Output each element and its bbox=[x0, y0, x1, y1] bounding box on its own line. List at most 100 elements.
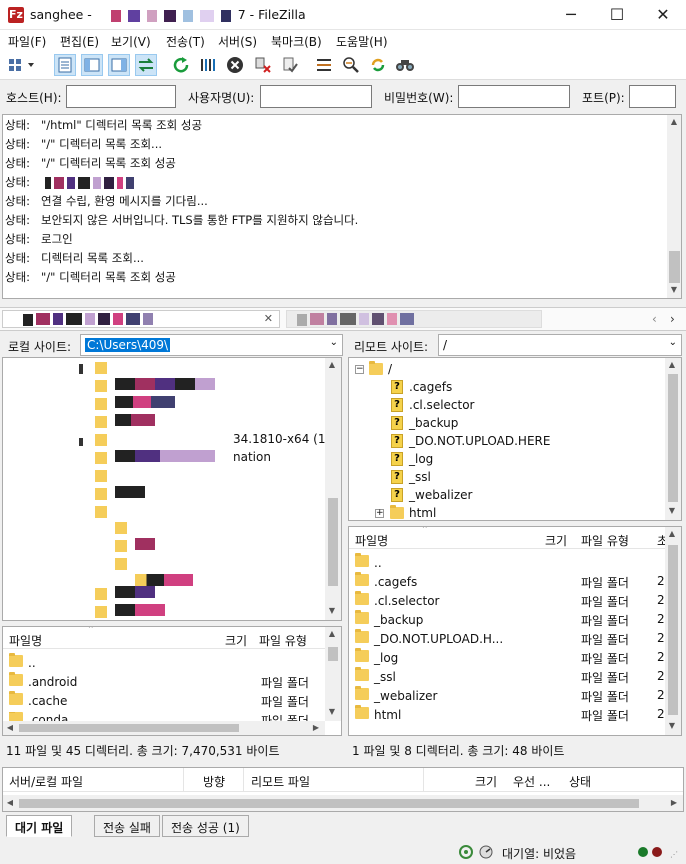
search-files-icon[interactable] bbox=[394, 54, 416, 76]
close-button[interactable]: ✕ bbox=[640, 0, 686, 30]
local-directory-tree[interactable]: 34.1810-x64 (1) nation ▲ ▼ bbox=[2, 357, 342, 621]
menu-server[interactable]: 서버(S) bbox=[218, 33, 257, 50]
toggle-remote-tree-icon[interactable] bbox=[108, 54, 130, 76]
list-item[interactable]: _DO.NOT.UPLOAD.H... bbox=[355, 629, 503, 646]
column-size[interactable]: 크기 bbox=[225, 632, 247, 649]
toggle-log-icon[interactable] bbox=[54, 54, 76, 76]
scroll-up-arrow-icon[interactable]: ▲ bbox=[665, 360, 679, 369]
remote-tree-item[interactable]: ? _log bbox=[391, 452, 433, 466]
tab-failed-transfers[interactable]: 전송 실패 bbox=[94, 815, 160, 837]
connection-tab[interactable]: ✕ bbox=[2, 310, 280, 328]
menu-help[interactable]: 도움말(H) bbox=[336, 33, 388, 50]
tab-scroll-left-icon[interactable]: ‹ bbox=[652, 312, 657, 326]
column-status[interactable]: 상태 bbox=[569, 773, 591, 790]
remote-list-scrollbar[interactable]: ▲ ▼ bbox=[665, 527, 681, 735]
scroll-down-arrow-icon[interactable]: ▼ bbox=[667, 285, 681, 294]
local-list-scroll-thumb[interactable] bbox=[328, 647, 338, 661]
remote-list-scroll-thumb[interactable] bbox=[668, 545, 678, 715]
port-input[interactable] bbox=[629, 85, 676, 108]
queue-hscrollbar[interactable]: ◀ ▶ bbox=[3, 795, 683, 811]
scroll-left-arrow-icon[interactable]: ◀ bbox=[3, 798, 17, 807]
column-remote-file[interactable]: 리모트 파일 bbox=[251, 773, 310, 790]
chevron-down-icon[interactable]: ⌄ bbox=[669, 337, 677, 348]
tab-scroll-right-icon[interactable]: › bbox=[670, 312, 675, 326]
refresh-icon[interactable] bbox=[170, 54, 192, 76]
local-list-scrollbar[interactable]: ▲ ▼ bbox=[325, 627, 341, 721]
remote-tree-item[interactable]: ? .cagefs bbox=[391, 380, 452, 394]
username-input[interactable] bbox=[260, 85, 372, 108]
scroll-up-arrow-icon[interactable]: ▲ bbox=[325, 629, 339, 638]
list-item[interactable]: .android bbox=[9, 672, 77, 689]
scroll-down-arrow-icon[interactable]: ▼ bbox=[325, 707, 339, 716]
disconnect-icon[interactable] bbox=[252, 54, 274, 76]
local-tree-scroll-thumb[interactable] bbox=[328, 498, 338, 586]
site-manager-icon[interactable] bbox=[6, 54, 38, 76]
column-size[interactable]: 크기 bbox=[475, 773, 497, 790]
menu-edit[interactable]: 편집(E) bbox=[60, 33, 99, 50]
maximize-button[interactable]: ☐ bbox=[594, 0, 640, 30]
remote-directory-tree[interactable]: − / ? .cagefs ? .cl.selector ? _backup ? _DO… bbox=[348, 357, 682, 521]
tab-queued-files[interactable]: 대기 파일 bbox=[6, 815, 73, 837]
scroll-right-arrow-icon[interactable]: ▶ bbox=[667, 798, 681, 807]
column-size[interactable]: 크기 bbox=[545, 532, 567, 549]
scroll-up-arrow-icon[interactable]: ▲ bbox=[325, 360, 339, 369]
reconnect-icon[interactable] bbox=[279, 54, 301, 76]
remote-file-list[interactable]: 파일명 ⌃ 크기 파일 유형 초 .. .cagefs 파일 폴더 2 .cl.… bbox=[348, 526, 682, 736]
process-queue-icon[interactable] bbox=[197, 54, 219, 76]
directory-listing-filters-icon[interactable] bbox=[313, 54, 335, 76]
remote-tree-item[interactable]: ? .cl.selector bbox=[391, 398, 475, 412]
collapse-icon[interactable]: − bbox=[355, 364, 364, 374]
network-config-icon[interactable] bbox=[458, 844, 474, 863]
toggle-queue-icon[interactable] bbox=[135, 54, 157, 76]
menu-file[interactable]: 파일(F) bbox=[8, 33, 46, 50]
list-item[interactable]: .. bbox=[355, 553, 382, 570]
remote-tree-item[interactable]: + html bbox=[375, 505, 436, 520]
scroll-down-arrow-icon[interactable]: ▼ bbox=[325, 606, 339, 615]
queue-hscroll-thumb[interactable] bbox=[19, 799, 639, 808]
list-item[interactable]: _webalizer bbox=[355, 686, 437, 703]
connection-tab-2[interactable] bbox=[286, 310, 542, 328]
column-direction[interactable]: 방향 bbox=[203, 773, 225, 790]
chevron-down-icon[interactable]: ⌄ bbox=[330, 337, 338, 348]
local-tree-label[interactable]: nation bbox=[233, 450, 271, 464]
local-tree-scrollbar[interactable]: ▲ ▼ bbox=[325, 358, 341, 620]
remote-tree-scrollbar[interactable]: ▲ ▼ bbox=[665, 358, 681, 520]
list-item[interactable]: .cache bbox=[9, 691, 67, 708]
remote-tree-item[interactable]: ? _webalizer bbox=[391, 488, 472, 502]
remote-tree-item[interactable]: ? _backup bbox=[391, 416, 458, 430]
menu-bookmarks[interactable]: 북마크(B) bbox=[271, 33, 322, 50]
list-item[interactable]: .cl.selector bbox=[355, 591, 440, 608]
remote-tree-item[interactable]: ? _ssl bbox=[391, 470, 431, 484]
password-input[interactable] bbox=[458, 85, 570, 108]
list-item[interactable]: _backup bbox=[355, 610, 423, 627]
toggle-local-tree-icon[interactable] bbox=[81, 54, 103, 76]
remote-tree-scroll-thumb[interactable] bbox=[668, 374, 678, 502]
local-file-list[interactable]: 파일명 ⌃ 크기 파일 유형 .. .android 파일 폴더 .cache … bbox=[2, 626, 342, 736]
local-list-hscrollbar[interactable]: ◀ ▶ bbox=[3, 721, 325, 735]
column-priority[interactable]: 우선 ... bbox=[513, 773, 550, 790]
resize-grip-icon[interactable]: ⋰ bbox=[670, 850, 678, 859]
speed-limit-icon[interactable] bbox=[478, 844, 494, 863]
list-item[interactable]: html bbox=[355, 705, 401, 722]
tab-successful-transfers[interactable]: 전송 성공 (1) bbox=[162, 815, 249, 837]
list-item[interactable]: .. bbox=[9, 653, 36, 670]
log-scroll-thumb[interactable] bbox=[669, 251, 680, 283]
scroll-down-arrow-icon[interactable]: ▼ bbox=[665, 721, 679, 730]
compare-directories-icon[interactable] bbox=[340, 54, 362, 76]
remote-site-path[interactable]: / ⌄ bbox=[438, 334, 682, 356]
column-type[interactable]: 파일 유형 bbox=[581, 532, 629, 549]
tab-close-icon[interactable]: ✕ bbox=[264, 312, 273, 325]
transfer-queue[interactable]: 서버/로컬 파일 방향 리모트 파일 크기 우선 ... 상태 ◀ ▶ bbox=[2, 767, 684, 812]
local-list-hscroll-thumb[interactable] bbox=[19, 724, 239, 732]
local-tree-label[interactable]: 34.1810-x64 (1) bbox=[233, 432, 330, 446]
column-server-local-file[interactable]: 서버/로컬 파일 bbox=[9, 773, 83, 790]
menu-view[interactable]: 보기(V) bbox=[111, 33, 151, 50]
scroll-up-arrow-icon[interactable]: ▲ bbox=[665, 529, 679, 538]
column-name[interactable]: 파일명 bbox=[9, 632, 42, 649]
sync-browsing-icon[interactable] bbox=[367, 54, 389, 76]
list-item[interactable]: _ssl bbox=[355, 667, 396, 684]
remote-tree-item[interactable]: ? _DO.NOT.UPLOAD.HERE bbox=[391, 434, 550, 448]
column-name[interactable]: 파일명 bbox=[355, 532, 388, 549]
expand-icon[interactable]: + bbox=[375, 508, 384, 518]
list-item[interactable]: _log bbox=[355, 648, 398, 665]
